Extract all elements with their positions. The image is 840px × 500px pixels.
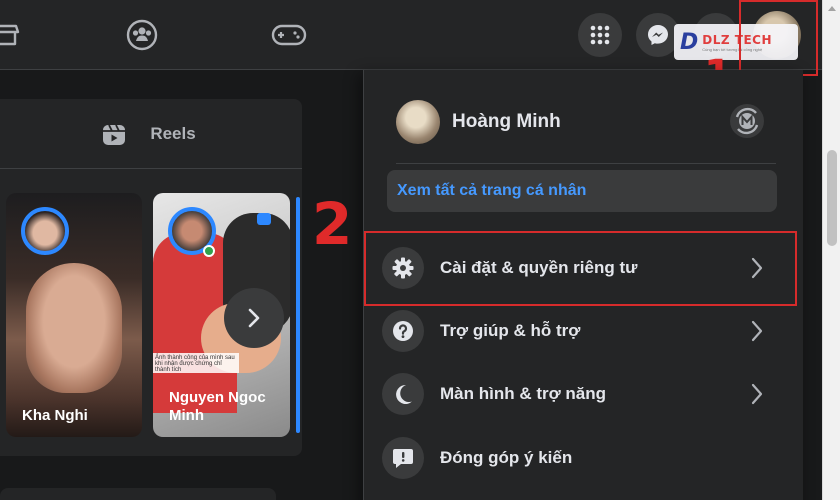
help-icon	[382, 310, 424, 352]
story-caption: Ảnh thành công của mình sau khi nhận đượ…	[153, 353, 239, 373]
divider	[396, 163, 776, 164]
story-card[interactable]: Kha Nghi	[6, 193, 142, 437]
story-photo	[26, 263, 122, 393]
stories-panel: Reels Kha Nghi Ảnh thành công của mình s…	[0, 99, 302, 456]
story-author-name: Nguyen Ngoc Minh	[169, 389, 266, 424]
menu-item-feedback[interactable]: Đóng góp ý kiến	[382, 429, 782, 487]
reels-tab-label: Reels	[150, 123, 196, 143]
story-edge-indicator	[296, 197, 300, 433]
menu-item-label: Màn hình & trợ năng	[440, 384, 607, 403]
highlight-box-account	[739, 0, 818, 76]
menu-item-label: Trợ giúp & hỗ trợ	[440, 321, 581, 340]
avatar	[396, 100, 440, 144]
menu-item-help-support[interactable]: Trợ giúp & hỗ trợ	[382, 302, 782, 360]
feedback-icon	[382, 437, 424, 479]
menu-item-label: Đóng góp ý kiến	[440, 448, 573, 467]
switch-profile-icon[interactable]	[728, 102, 766, 140]
step-number-2: 2	[312, 190, 353, 258]
online-status-dot	[203, 245, 215, 257]
profile-row[interactable]: Hoàng Minh	[396, 100, 561, 144]
tab-reels[interactable]: Reels	[0, 99, 302, 169]
marketplace-icon[interactable]	[0, 14, 28, 56]
groups-icon[interactable]	[121, 14, 163, 56]
stories-next-button[interactable]	[224, 288, 284, 348]
moon-icon	[382, 373, 424, 415]
chevron-right-icon	[751, 383, 763, 405]
brand-logo-mark: D	[680, 29, 699, 55]
scrollbar[interactable]	[822, 0, 840, 500]
chevron-right-icon	[248, 308, 260, 328]
scroll-up-arrow-icon[interactable]	[827, 4, 837, 12]
story-author-name: Kha Nghi	[22, 407, 88, 424]
chat-icon	[257, 213, 271, 225]
composer-card-edge	[0, 488, 276, 500]
story-avatar	[21, 207, 69, 255]
see-all-profiles-button[interactable]: Xem tất cả trang cá nhân	[387, 170, 777, 212]
profile-name: Hoàng Minh	[452, 111, 561, 132]
chevron-right-icon	[751, 320, 763, 342]
scrollbar-thumb[interactable]	[827, 150, 837, 246]
highlight-box-settings	[364, 231, 797, 306]
reels-icon	[103, 124, 125, 145]
menu-item-display-accessibility[interactable]: Màn hình & trợ năng	[382, 365, 782, 423]
menu-grid-icon[interactable]	[578, 13, 622, 57]
gaming-icon[interactable]	[268, 14, 310, 56]
